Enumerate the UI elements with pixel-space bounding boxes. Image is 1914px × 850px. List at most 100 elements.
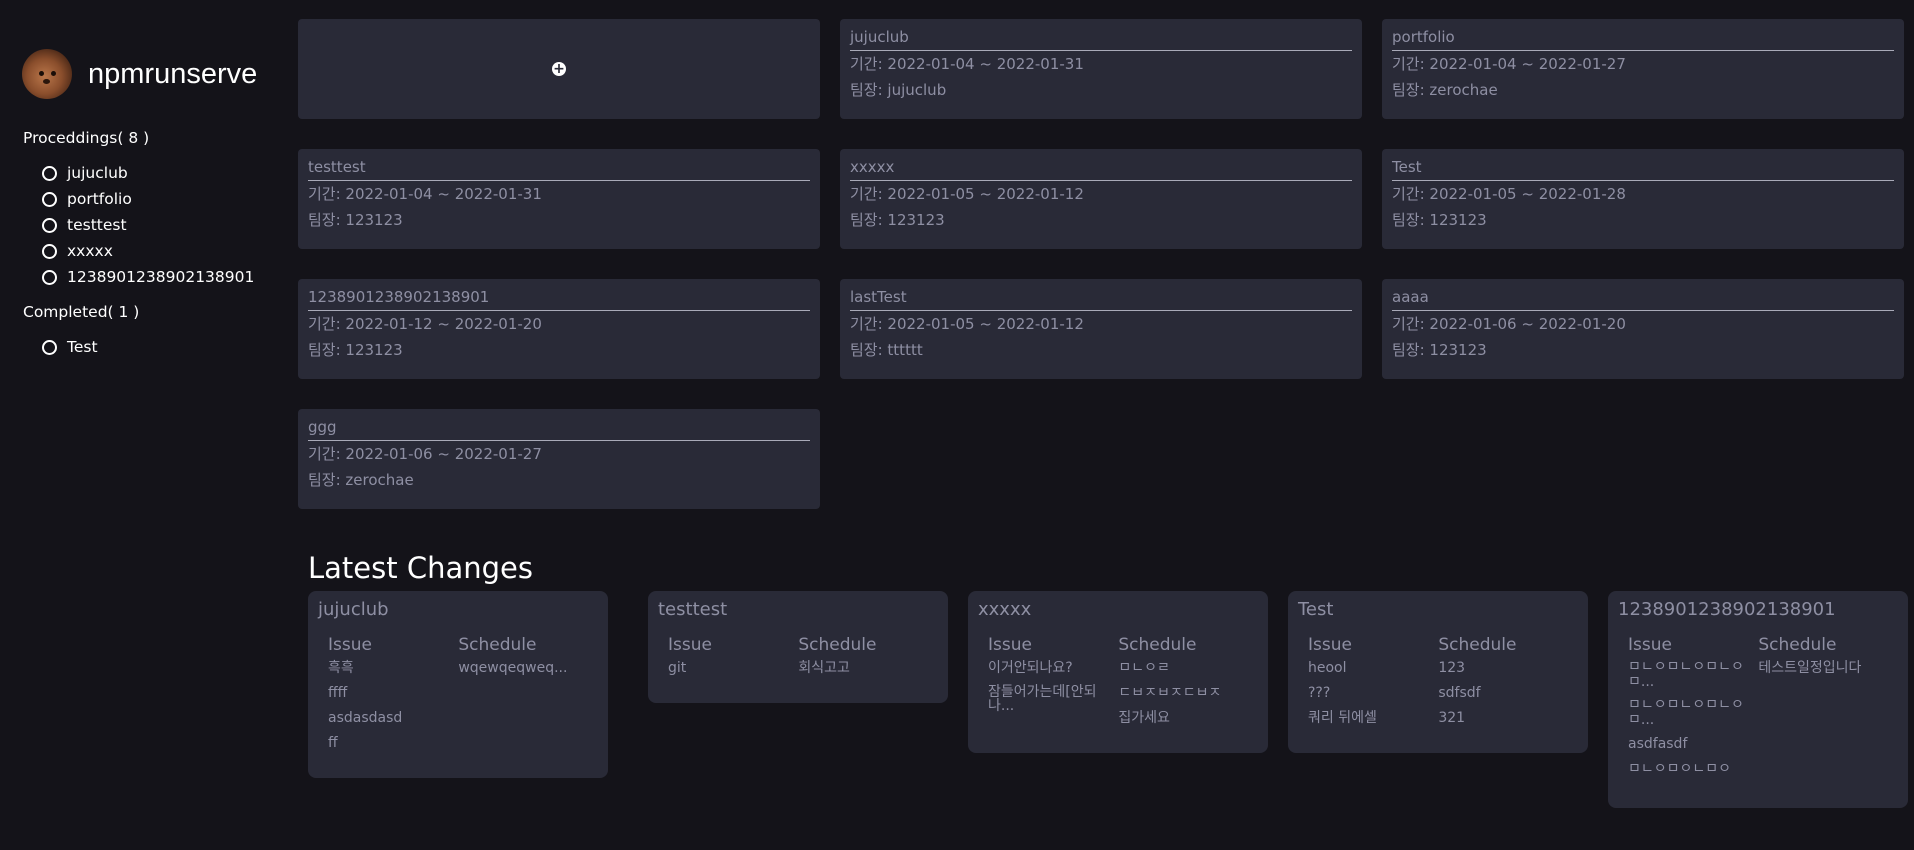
change-project-name: 1238901238902138901 <box>1618 599 1836 620</box>
change-card-xxxxx[interactable]: xxxxx Issue 이거안되나요? 잠들어가는데[안되나... Schedu… <box>968 591 1268 753</box>
project-card[interactable]: portfolio 기간: 2022-01-04 ~ 2022-01-27 팀장… <box>1382 19 1904 119</box>
circle-icon <box>42 339 57 355</box>
circle-icon <box>42 217 57 233</box>
sidebar-item-portfolio[interactable]: portfolio <box>42 186 254 212</box>
project-card[interactable]: aaaa 기간: 2022-01-06 ~ 2022-01-20 팀장: 123… <box>1382 279 1904 379</box>
project-period: 기간: 2022-01-06 ~ 2022-01-20 <box>1392 315 1626 333</box>
project-period: 기간: 2022-01-12 ~ 2022-01-20 <box>308 315 542 333</box>
issue-item[interactable]: ffff <box>328 685 458 702</box>
project-card[interactable]: testtest 기간: 2022-01-04 ~ 2022-01-31 팀장:… <box>298 149 820 249</box>
change-project-name: Test <box>1298 599 1334 620</box>
project-leader: 팀장: 123123 <box>1392 341 1487 359</box>
completed-list: Test <box>42 334 98 360</box>
change-card-jujuclub[interactable]: jujuclub Issue 흑흑 ffff asdasdasd ff Sche… <box>308 591 608 778</box>
plus-circle-icon: + <box>552 61 566 77</box>
issue-item[interactable]: 흑흑 <box>328 660 458 677</box>
issue-header: Issue <box>668 635 712 655</box>
username: npmrunserve <box>88 58 258 90</box>
project-title: testtest <box>308 155 810 181</box>
project-leader: 팀장: 123123 <box>308 211 403 229</box>
project-card[interactable]: ggg 기간: 2022-01-06 ~ 2022-01-27 팀장: zero… <box>298 409 820 509</box>
sidebar-item-jujuclub[interactable]: jujuclub <box>42 160 254 186</box>
change-card-testtest[interactable]: testtest Issue git Schedule 회식고고 <box>648 591 948 703</box>
project-leader: 팀장: jujuclub <box>850 81 947 99</box>
project-title: jujuclub <box>850 25 1352 51</box>
profile: npmrunserve <box>22 49 257 99</box>
change-project-name: xxxxx <box>978 599 1032 620</box>
issue-header: Issue <box>988 635 1032 655</box>
issue-header: Issue <box>328 635 372 655</box>
avatar[interactable] <box>22 49 72 99</box>
schedule-item[interactable]: 집가세요 <box>1118 710 1258 727</box>
project-leader: 팀장: 123123 <box>1392 211 1487 229</box>
add-project-card[interactable]: + <box>298 19 820 119</box>
issue-column: Issue heool ??? 쿼리 뒤에셀 <box>1308 635 1438 735</box>
project-card[interactable]: Test 기간: 2022-01-05 ~ 2022-01-28 팀장: 123… <box>1382 149 1904 249</box>
project-card[interactable]: xxxxx 기간: 2022-01-05 ~ 2022-01-12 팀장: 12… <box>840 149 1362 249</box>
issue-column: Issue 흑흑 ffff asdasdasd ff <box>328 635 458 760</box>
proceedings-title: Proceddings( 8 ) <box>23 129 150 147</box>
schedule-item[interactable]: 123 <box>1438 660 1578 677</box>
change-card-test[interactable]: Test Issue heool ??? 쿼리 뒤에셀 Schedule 123… <box>1288 591 1588 753</box>
schedule-column: Schedule 테스트일정입니다 <box>1758 635 1898 786</box>
issue-item[interactable]: 이거안되나요? <box>988 660 1118 677</box>
latest-changes-title: Latest Changes <box>308 551 533 585</box>
schedule-header: Schedule <box>1118 635 1197 655</box>
change-card-1238901238902138901[interactable]: 1238901238902138901 Issue ㅁㄴㅇㅁㄴㅇㅁㄴㅇㅁ... … <box>1608 591 1908 808</box>
project-title: ggg <box>308 415 810 441</box>
issue-item[interactable]: ㅁㄴㅇㅁㄴㅇㅁㄴㅇㅁ... <box>1628 660 1758 690</box>
sidebar-item-xxxxx[interactable]: xxxxx <box>42 238 254 264</box>
project-period: 기간: 2022-01-04 ~ 2022-01-31 <box>308 185 542 203</box>
issue-item[interactable]: ㅁㄴㅇㅁㄴㅇㅁㄴㅇㅁ... <box>1628 698 1758 728</box>
issue-column: Issue git <box>668 635 798 685</box>
sidebar: npmrunserve Proceddings( 8 ) jujuclub po… <box>0 0 290 850</box>
project-title: lastTest <box>850 285 1352 311</box>
issue-item[interactable]: 잠들어가는데[안되나... <box>988 685 1118 713</box>
project-card[interactable]: 1238901238902138901 기간: 2022-01-12 ~ 202… <box>298 279 820 379</box>
schedule-header: Schedule <box>798 635 877 655</box>
change-project-name: jujuclub <box>318 599 389 620</box>
schedule-item[interactable]: ㄷㅂㅈㅂㅈㄷㅂㅈ <box>1118 685 1258 702</box>
project-period: 기간: 2022-01-04 ~ 2022-01-31 <box>850 55 1084 73</box>
schedule-header: Schedule <box>458 635 537 655</box>
sidebar-item-test[interactable]: Test <box>42 334 98 360</box>
schedule-item[interactable]: 테스트일정입니다 <box>1758 660 1898 677</box>
issue-item[interactable]: ??? <box>1308 685 1438 702</box>
project-card[interactable]: jujuclub 기간: 2022-01-04 ~ 2022-01-31 팀장:… <box>840 19 1362 119</box>
schedule-column: Schedule ㅁㄴㅇㄹ ㄷㅂㅈㅂㅈㄷㅂㅈ 집가세요 <box>1118 635 1258 735</box>
project-title: Test <box>1392 155 1894 181</box>
project-period: 기간: 2022-01-04 ~ 2022-01-27 <box>1392 55 1626 73</box>
project-period: 기간: 2022-01-05 ~ 2022-01-12 <box>850 315 1084 333</box>
issue-item[interactable]: heool <box>1308 660 1438 677</box>
issue-item[interactable]: git <box>668 660 798 677</box>
proceedings-list: jujuclub portfolio testtest xxxxx 123890… <box>42 160 254 290</box>
project-leader: 팀장: zerochae <box>308 471 414 489</box>
project-title: portfolio <box>1392 25 1894 51</box>
issue-header: Issue <box>1628 635 1672 655</box>
circle-icon <box>42 191 57 207</box>
issue-item[interactable]: 쿼리 뒤에셀 <box>1308 710 1438 727</box>
issue-item[interactable]: ㅁㄴㅇㅁㅇㄴㅁㅇ <box>1628 761 1758 778</box>
schedule-item[interactable]: ㅁㄴㅇㄹ <box>1118 660 1258 677</box>
project-title: 1238901238902138901 <box>308 285 810 311</box>
circle-icon <box>42 243 57 259</box>
sidebar-item-testtest[interactable]: testtest <box>42 212 254 238</box>
project-period: 기간: 2022-01-05 ~ 2022-01-28 <box>1392 185 1626 203</box>
issue-item[interactable]: asdasdasd <box>328 710 458 727</box>
schedule-column: Schedule 회식고고 <box>798 635 938 685</box>
issue-item[interactable]: asdfasdf <box>1628 736 1758 753</box>
schedule-item[interactable]: 321 <box>1438 710 1578 727</box>
schedule-column: Schedule wqewqeqweq... <box>458 635 598 760</box>
schedule-item[interactable]: wqewqeqweq... <box>458 660 598 677</box>
issue-header: Issue <box>1308 635 1352 655</box>
schedule-item[interactable]: 회식고고 <box>798 660 938 677</box>
project-period: 기간: 2022-01-06 ~ 2022-01-27 <box>308 445 542 463</box>
project-leader: 팀장: zerochae <box>1392 81 1498 99</box>
project-card[interactable]: lastTest 기간: 2022-01-05 ~ 2022-01-12 팀장:… <box>840 279 1362 379</box>
schedule-item[interactable]: sdfsdf <box>1438 685 1578 702</box>
circle-icon <box>42 269 57 285</box>
schedule-column: Schedule 123 sdfsdf 321 <box>1438 635 1578 735</box>
issue-column: Issue 이거안되나요? 잠들어가는데[안되나... <box>988 635 1118 735</box>
sidebar-item-1238901238902138901[interactable]: 1238901238902138901 <box>42 264 254 290</box>
issue-item[interactable]: ff <box>328 735 458 752</box>
